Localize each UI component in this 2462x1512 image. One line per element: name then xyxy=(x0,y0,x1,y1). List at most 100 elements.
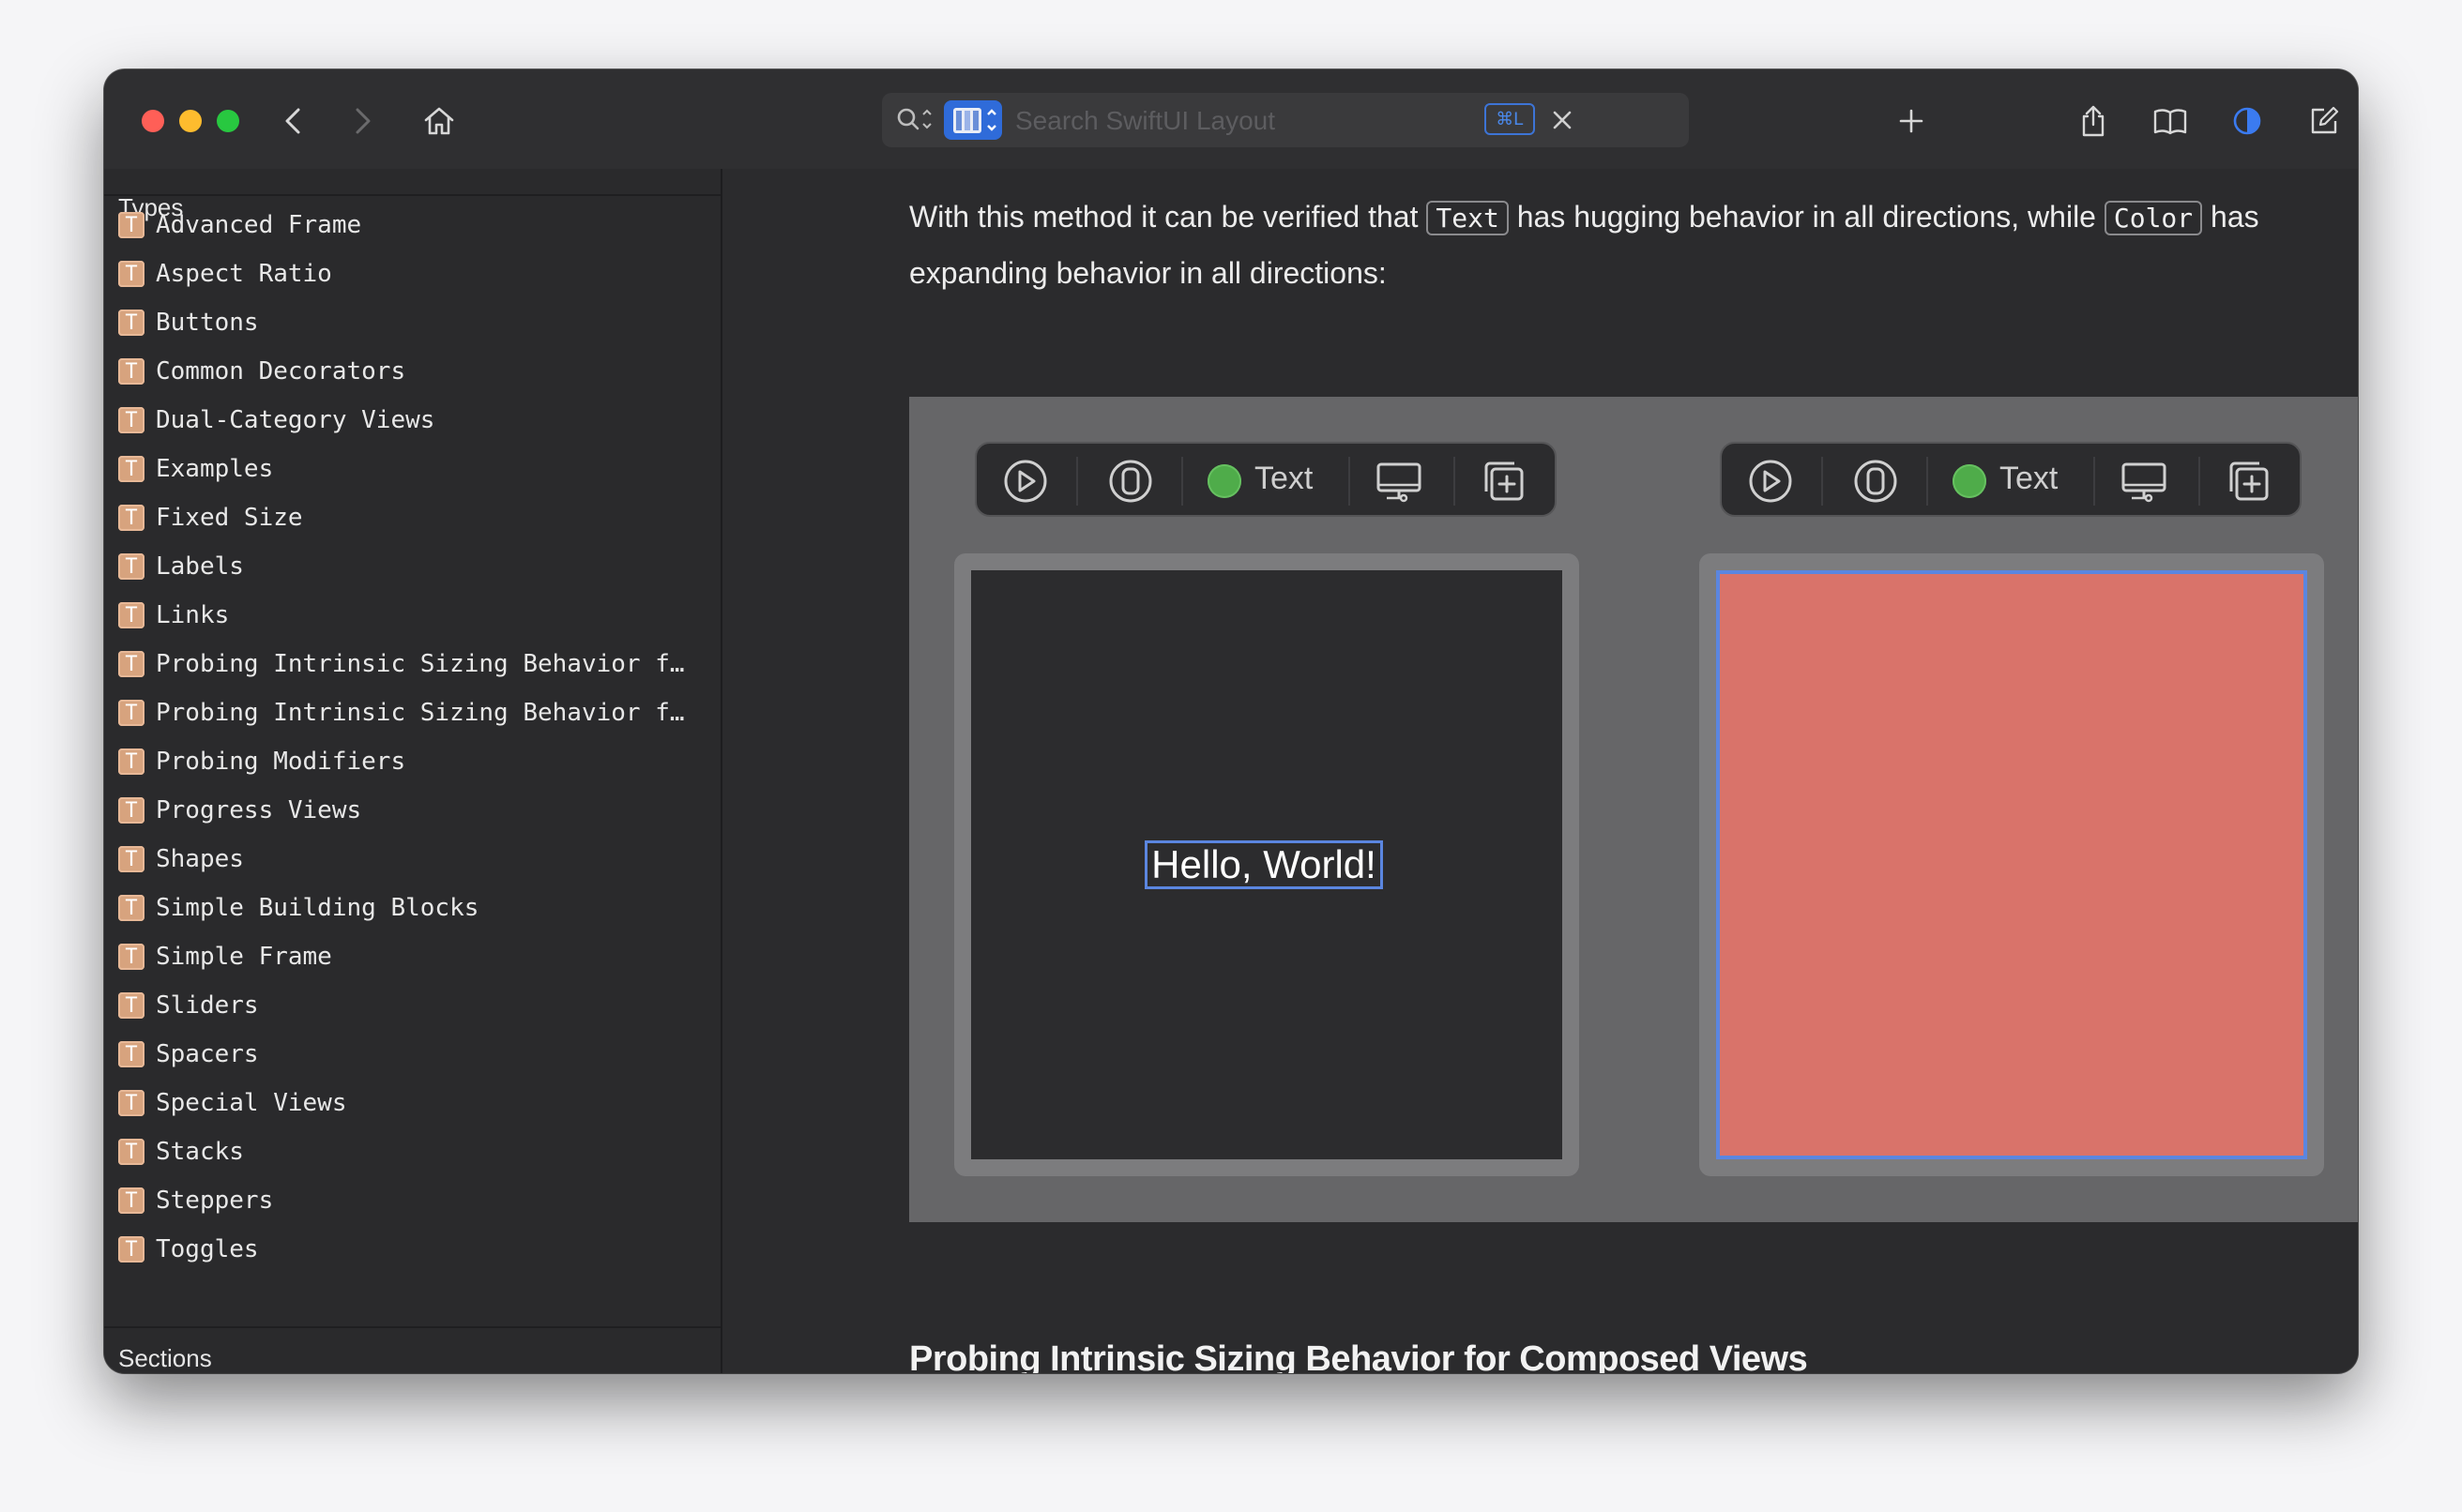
type-icon: T xyxy=(118,456,144,482)
preview-view-label: Text xyxy=(1999,461,2059,496)
preview-toolbar-right: Text xyxy=(1720,442,2302,517)
hello-world-text[interactable]: Hello, World! xyxy=(1145,840,1383,889)
color-fill-view[interactable] xyxy=(1716,570,2307,1159)
toolbar-divider xyxy=(2198,457,2200,506)
duplicate-preview-icon[interactable] xyxy=(1476,453,1532,509)
sidebar-item[interactable]: T Shapes xyxy=(118,835,685,884)
preview-canvas-left[interactable]: Hello, World! xyxy=(971,570,1562,1159)
clear-search-icon[interactable] xyxy=(1546,104,1578,136)
type-icon: T xyxy=(118,310,144,336)
sidebar-item-label: Probing Intrinsic Sizing Behavior f… xyxy=(156,699,685,727)
type-icon: T xyxy=(118,1139,144,1165)
sidebar-item-label: Advanced Frame xyxy=(156,211,362,239)
new-tab-icon[interactable] xyxy=(1888,98,1935,144)
appearance-toggle-icon[interactable] xyxy=(2224,98,2271,144)
sidebar-item-label: Buttons xyxy=(156,309,259,337)
duplicate-preview-icon[interactable] xyxy=(2221,453,2277,509)
search-bar[interactable]: ⌘L xyxy=(882,93,1689,147)
sidebar-item[interactable]: T Aspect Ratio xyxy=(118,249,685,298)
sidebar-item[interactable]: T Fixed Size xyxy=(118,493,685,542)
type-icon: T xyxy=(118,700,144,726)
sidebar-item[interactable]: T Progress Views xyxy=(118,786,685,835)
close-window-button[interactable] xyxy=(142,110,164,132)
type-icon: T xyxy=(118,1236,144,1263)
share-icon[interactable] xyxy=(2070,98,2117,144)
edit-icon[interactable] xyxy=(2301,98,2348,144)
type-icon: T xyxy=(118,895,144,921)
sidebar: Types T Advanced Frame T Aspect Ratio T Butto… xyxy=(104,169,722,1373)
sidebar-item-label: Simple Building Blocks xyxy=(156,894,479,922)
sidebar-item[interactable]: T Examples xyxy=(118,445,685,493)
sidebar-item[interactable]: T Buttons xyxy=(118,298,685,347)
section-heading: Probing Intrinsic Sizing Behavior for Co… xyxy=(909,1339,1808,1373)
demo-canvas: Text Text Hello, World! xyxy=(909,397,2358,1222)
preview-toolbar-left: Text xyxy=(975,442,1557,517)
live-preview-play-icon[interactable] xyxy=(997,453,1054,509)
toolbar-divider xyxy=(1453,457,1455,506)
toolbar-divider xyxy=(1821,457,1823,506)
sidebar-item-label: Simple Frame xyxy=(156,943,332,971)
bookmarks-icon[interactable] xyxy=(2147,98,2194,144)
sidebar-item[interactable]: T Toggles xyxy=(118,1225,685,1274)
sidebar-divider xyxy=(104,194,721,196)
sidebar-item[interactable]: T Common Decorators xyxy=(118,347,685,396)
sidebar-item-label: Dual-Category Views xyxy=(156,406,435,434)
preview-device-icon[interactable] xyxy=(1371,453,1427,509)
live-preview-play-icon[interactable] xyxy=(1742,453,1799,509)
description-paragraph: With this method it can be verified that… xyxy=(909,189,2358,300)
search-input[interactable] xyxy=(1013,98,1505,144)
sidebar-item-label: Steppers xyxy=(156,1187,274,1215)
sidebar-item[interactable]: T Steppers xyxy=(118,1176,685,1225)
type-icon: T xyxy=(118,1041,144,1067)
toolbar-divider xyxy=(1348,457,1350,506)
back-icon[interactable] xyxy=(270,98,317,144)
sidebar-item[interactable]: T Special Views xyxy=(118,1079,685,1127)
minimize-window-button[interactable] xyxy=(179,110,202,132)
sidebar-item[interactable]: T Advanced Frame xyxy=(118,201,685,249)
sidebar-item-label: Examples xyxy=(156,455,274,483)
sidebar-item[interactable]: T Simple Frame xyxy=(118,932,685,981)
code-color: Color xyxy=(2104,201,2203,235)
type-icon: T xyxy=(118,553,144,580)
selectable-preview-icon[interactable] xyxy=(1102,453,1159,509)
content-area: With this method it can be verified that… xyxy=(722,169,2358,1373)
docset-selector-icon[interactable] xyxy=(944,100,1002,140)
forward-icon[interactable] xyxy=(339,98,386,144)
sidebar-item[interactable]: T Dual-Category Views xyxy=(118,396,685,445)
sidebar-item[interactable]: T Probing Intrinsic Sizing Behavior f… xyxy=(118,688,685,737)
type-icon: T xyxy=(118,1090,144,1116)
preview-device-icon[interactable] xyxy=(2116,453,2172,509)
zoom-window-button[interactable] xyxy=(217,110,239,132)
type-icon: T xyxy=(118,505,144,531)
title-bar: ⌘L xyxy=(104,69,2358,171)
home-icon[interactable] xyxy=(416,98,463,144)
type-icon: T xyxy=(118,651,144,677)
toolbar-divider xyxy=(1181,457,1183,506)
type-icon: T xyxy=(118,212,144,238)
sidebar-item[interactable]: T Labels xyxy=(118,542,685,591)
sidebar-item[interactable]: T Probing Intrinsic Sizing Behavior f… xyxy=(118,640,685,688)
sidebar-item[interactable]: T Stacks xyxy=(118,1127,685,1176)
shortcut-badge: ⌘L xyxy=(1484,103,1535,135)
toolbar-divider xyxy=(2093,457,2095,506)
type-icon: T xyxy=(118,407,144,433)
sidebar-divider xyxy=(104,1326,721,1328)
sidebar-item[interactable]: T Spacers xyxy=(118,1030,685,1079)
sidebar-item-label: Probing Intrinsic Sizing Behavior f… xyxy=(156,650,685,678)
sidebar-item-label: Shapes xyxy=(156,845,244,873)
preview-frame-left: Hello, World! xyxy=(954,553,1579,1176)
type-icon: T xyxy=(118,992,144,1019)
sidebar-item[interactable]: T Simple Building Blocks xyxy=(118,884,685,932)
sidebar-item-label: Progress Views xyxy=(156,796,362,824)
sections-header: Sections xyxy=(118,1344,212,1372)
sidebar-item[interactable]: T Probing Modifiers xyxy=(118,737,685,786)
selectable-preview-icon[interactable] xyxy=(1847,453,1904,509)
preview-frame-right xyxy=(1699,553,2324,1176)
type-icon: T xyxy=(118,797,144,824)
sidebar-item[interactable]: T Links xyxy=(118,591,685,640)
sidebar-list: T Advanced Frame T Aspect Ratio T Buttons T Com… xyxy=(118,201,685,1274)
sidebar-item-label: Toggles xyxy=(156,1235,259,1263)
sidebar-item-label: Aspect Ratio xyxy=(156,260,332,288)
sidebar-item[interactable]: T Sliders xyxy=(118,981,685,1030)
sidebar-item-label: Spacers xyxy=(156,1040,259,1068)
